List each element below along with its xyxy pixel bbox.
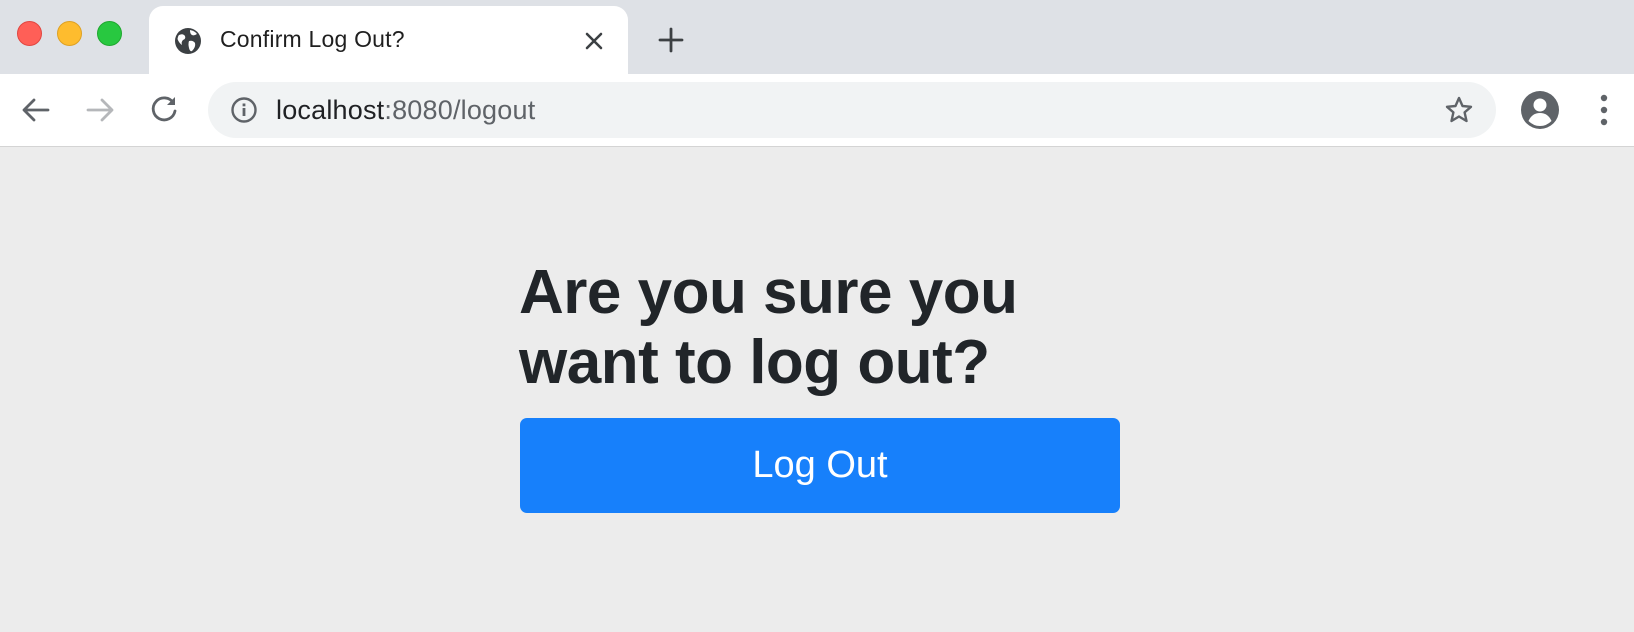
browser-window: Confirm Log Out? localhost:8080/logout A… — [0, 0, 1634, 632]
globe-icon — [173, 26, 203, 56]
kebab-menu-icon[interactable] — [1590, 91, 1618, 129]
reload-icon[interactable] — [146, 92, 182, 128]
close-icon[interactable] — [581, 28, 607, 54]
page-heading: Are you sure you want to log out? — [519, 258, 1018, 397]
arrow-left-icon[interactable] — [18, 92, 54, 128]
star-icon[interactable] — [1444, 95, 1474, 125]
window-close-button[interactable] — [17, 21, 42, 46]
logout-button[interactable]: Log Out — [520, 418, 1120, 513]
browser-toolbar: localhost:8080/logout — [0, 74, 1634, 147]
profile-icon[interactable] — [1520, 90, 1560, 130]
tab-active[interactable]: Confirm Log Out? — [149, 6, 628, 74]
arrow-right-icon[interactable] — [82, 92, 118, 128]
info-icon[interactable] — [230, 96, 258, 124]
plus-icon[interactable] — [656, 25, 686, 55]
url-text: localhost:8080/logout — [276, 95, 535, 126]
tab-title: Confirm Log Out? — [220, 26, 405, 52]
address-bar[interactable]: localhost:8080/logout — [208, 82, 1496, 138]
window-minimize-button[interactable] — [57, 21, 82, 46]
url-host: localhost — [276, 95, 385, 125]
tab-strip: Confirm Log Out? — [0, 0, 1634, 74]
window-maximize-button[interactable] — [97, 21, 122, 46]
page-content: Are you sure you want to log out? Log Ou… — [0, 148, 1634, 632]
url-path: :8080/logout — [384, 95, 536, 125]
